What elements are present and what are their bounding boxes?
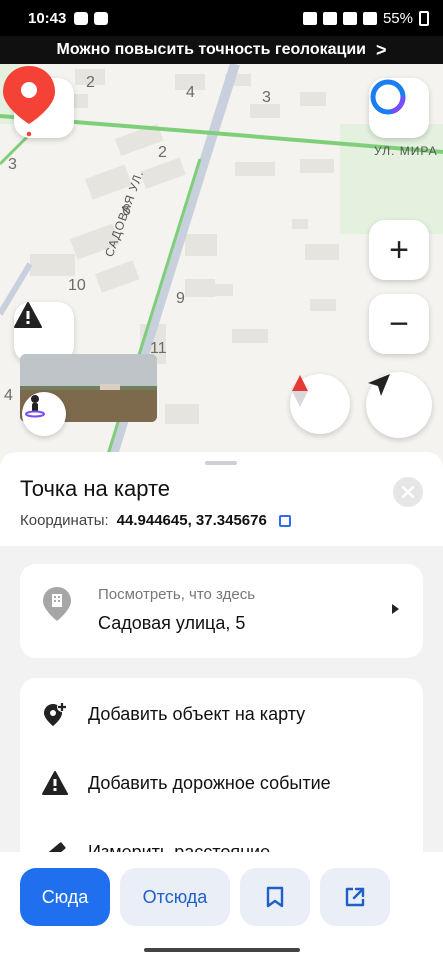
park-area (340, 124, 443, 234)
plus-icon: + (389, 231, 409, 269)
signal-icon (342, 11, 357, 25)
house-number: 9 (176, 290, 185, 307)
ruler-icon (42, 839, 68, 852)
coordinates-label: Координаты: (20, 512, 109, 529)
status-time: 10:43 (28, 9, 67, 27)
battery-percent: 55% (382, 9, 413, 27)
location-pin-icon (3, 66, 55, 138)
measure-distance-action[interactable]: Измерить расстояние (20, 827, 423, 852)
minus-icon: − (389, 305, 409, 343)
chevron-right-icon: > (376, 39, 387, 60)
geolocation-accuracy-banner[interactable]: Можно повысить точность геолокации > (0, 36, 443, 64)
route-from-button[interactable]: Отсюда (120, 868, 230, 926)
share-icon (345, 887, 365, 907)
coordinates-value: 44.944645, 37.345676 (116, 512, 267, 529)
battery-icon (419, 10, 429, 26)
road-event-button[interactable] (14, 302, 74, 362)
sheet-drag-handle[interactable] (205, 461, 237, 465)
signal-icon (362, 11, 377, 25)
what-is-here-card[interactable]: Посмотреть, что здесь Садовая улица, 5 (20, 564, 423, 658)
close-button[interactable] (393, 477, 423, 507)
warning-icon (42, 770, 68, 796)
add-object-action[interactable]: Добавить объект на карту (20, 689, 423, 739)
navigation-arrow-icon (368, 374, 390, 396)
route-here-button[interactable]: Сюда (20, 868, 110, 926)
zoom-out-button[interactable]: − (369, 294, 429, 354)
system-home-indicator[interactable] (144, 948, 300, 952)
house-number: 3 (8, 156, 17, 173)
house-number: 4 (186, 84, 195, 101)
wifi-icon (322, 11, 337, 25)
copy-icon[interactable] (278, 514, 291, 527)
alarm-icon (302, 11, 317, 25)
coordinates-row: Координаты: 44.944645, 37.345676 (20, 512, 291, 529)
bookmark-icon (266, 886, 284, 908)
panorama-person-icon (25, 395, 45, 418)
add-object-label: Добавить объект на карту (88, 703, 306, 724)
message-icon (94, 11, 109, 25)
route-from-label: Отсюда (142, 886, 208, 907)
status-bar: 10:43 55% (0, 0, 443, 36)
map-view[interactable]: 2 4 3 3 2 6 10 9 11 4 САДОВАЯ УЛ. УЛ. МИ… (0, 64, 443, 464)
building-pin-icon (43, 587, 71, 621)
place-bottom-sheet: Точка на карте Координаты: 44.944645, 37… (0, 452, 443, 852)
my-location-button[interactable] (366, 372, 432, 438)
bottom-action-bar: Сюда Отсюда (0, 852, 443, 960)
compass-button[interactable] (290, 374, 350, 434)
sheet-header: Точка на карте Координаты: 44.944645, 37… (0, 452, 443, 546)
add-place-icon (42, 701, 68, 727)
play-arrow-icon (392, 604, 399, 614)
warning-icon (14, 302, 42, 328)
measure-distance-label: Измерить расстояние (88, 841, 271, 853)
add-road-event-label: Добавить дорожное событие (88, 772, 331, 793)
sheet-title: Точка на карте (20, 476, 171, 501)
zoom-in-button[interactable]: + (369, 220, 429, 280)
share-button[interactable] (320, 868, 390, 926)
panorama-mode-button[interactable] (22, 392, 66, 436)
house-number: 10 (68, 277, 86, 294)
street-label-mira: УЛ. МИРА (374, 144, 438, 158)
bookmark-button[interactable] (240, 868, 310, 926)
house-number: 2 (86, 74, 95, 91)
what-is-here-subtitle: Посмотреть, что здесь (98, 586, 256, 603)
actions-card: Добавить объект на карту Добавить дорожн… (20, 678, 423, 852)
banner-text: Можно повысить точность геолокации (56, 41, 366, 58)
notification-icon (74, 11, 89, 25)
house-number: 3 (262, 89, 271, 106)
house-number: 4 (4, 387, 13, 404)
add-road-event-action[interactable]: Добавить дорожное событие (20, 758, 423, 808)
alice-icon (370, 79, 406, 115)
alice-assistant-button[interactable] (369, 78, 429, 138)
close-icon (402, 486, 414, 498)
notification-icons (74, 11, 109, 25)
route-here-label: Сюда (41, 886, 89, 907)
compass-icon (292, 375, 308, 407)
address-text: Садовая улица, 5 (98, 613, 246, 633)
house-number: 2 (158, 144, 167, 161)
